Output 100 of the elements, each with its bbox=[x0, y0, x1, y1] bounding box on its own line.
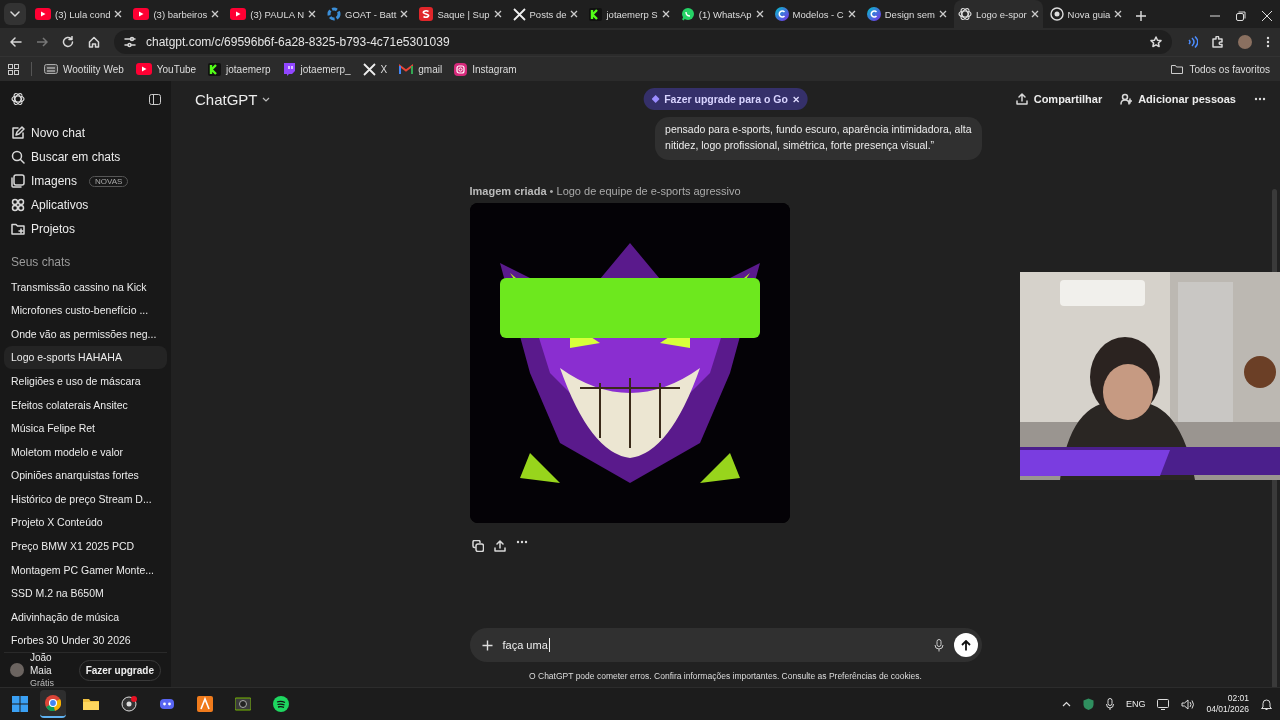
apps-grid-icon[interactable] bbox=[8, 63, 19, 75]
bookmark[interactable]: X bbox=[362, 62, 388, 76]
close-icon[interactable] bbox=[1262, 11, 1272, 21]
taskbar-app[interactable] bbox=[40, 690, 66, 718]
plus-icon[interactable] bbox=[481, 639, 493, 651]
chat-item[interactable]: Religiões e uso de máscara bbox=[4, 369, 167, 393]
speaker-icon[interactable] bbox=[1181, 698, 1195, 710]
all-bookmarks[interactable]: Todos os favoritos bbox=[1171, 63, 1270, 75]
browser-tab[interactable]: (3) barbeiros bbox=[129, 0, 224, 28]
close-icon[interactable] bbox=[755, 10, 764, 18]
more-icon[interactable] bbox=[515, 540, 528, 544]
browser-tab[interactable]: (3) PAULA N bbox=[226, 0, 320, 28]
bookmark[interactable]: YouTube bbox=[135, 63, 197, 75]
disclaimer-text: O ChatGPT pode cometer erros. Confira informações importantes. Consulte as Preferências de cookies. bbox=[528, 670, 923, 683]
chat-item[interactable]: Projeto X Conteúdo bbox=[4, 510, 167, 535]
bookmark[interactable]: Wootility Web bbox=[44, 63, 124, 75]
home-icon[interactable] bbox=[88, 36, 100, 48]
copy-icon[interactable] bbox=[471, 540, 484, 552]
chat-item[interactable]: Música Felipe Ret bbox=[4, 416, 167, 440]
close-icon[interactable] bbox=[570, 10, 579, 18]
browser-tab[interactable]: (3) Lula cond bbox=[31, 0, 127, 28]
chat-item[interactable]: Forbes 30 Under 30 2026 bbox=[4, 628, 167, 652]
microphone-icon[interactable] bbox=[933, 638, 944, 652]
more-icon[interactable] bbox=[1254, 97, 1266, 101]
new-tab-icon[interactable] bbox=[1136, 11, 1147, 21]
chat-item[interactable]: Montagem PC Gamer Monte... bbox=[4, 557, 167, 582]
knot-logo-icon[interactable] bbox=[11, 92, 25, 106]
site-settings-icon[interactable] bbox=[124, 36, 136, 48]
user-avatar[interactable] bbox=[10, 663, 24, 677]
upgrade-button[interactable]: Fazer upgrade bbox=[78, 659, 161, 681]
header-action[interactable]: Adicionar pessoas bbox=[1120, 93, 1236, 105]
chat-item[interactable]: Efeitos colaterais Ansitec bbox=[4, 392, 167, 417]
cookie-link[interactable]: Preferências de cookies bbox=[828, 671, 920, 681]
more-vertical-icon[interactable] bbox=[1266, 36, 1270, 48]
browser-tab[interactable]: jotaemerp S bbox=[585, 0, 674, 28]
nav-item[interactable]: Imagens NOVAS bbox=[4, 169, 167, 193]
profile-avatar[interactable] bbox=[1238, 35, 1252, 49]
header-action[interactable]: Compartilhar bbox=[1015, 93, 1103, 105]
language-indicator[interactable]: ENG bbox=[1125, 699, 1146, 709]
chat-item[interactable]: Moletom modelo e valor bbox=[4, 439, 167, 464]
close-icon[interactable] bbox=[114, 10, 123, 18]
close-icon[interactable] bbox=[661, 10, 670, 18]
close-icon[interactable] bbox=[308, 10, 316, 18]
browser-tab[interactable]: Nova guia bbox=[1045, 0, 1127, 28]
close-icon[interactable] bbox=[792, 95, 800, 103]
address-bar[interactable]: chatgpt.com/c/69596b6f-6a28-8325-b793-4c71e5301039 bbox=[114, 30, 1172, 54]
chat-item[interactable]: Adivinhação de música bbox=[4, 604, 167, 629]
browser-tab[interactable]: Posts de bbox=[508, 0, 583, 28]
bookmark[interactable]: jotaemerp bbox=[208, 62, 271, 76]
chevron-down-icon bbox=[261, 96, 270, 102]
share-icon[interactable] bbox=[493, 540, 506, 552]
shield-icon[interactable] bbox=[1082, 698, 1094, 710]
sidebar-toggle-icon[interactable] bbox=[149, 93, 161, 105]
chat-item[interactable]: Histórico de preço Stream D... bbox=[4, 487, 167, 511]
forward-icon[interactable] bbox=[36, 36, 48, 48]
close-icon[interactable] bbox=[493, 10, 502, 18]
browser-tab[interactable]: GOAT - Batt bbox=[323, 0, 413, 28]
tab-list-button[interactable] bbox=[4, 3, 26, 25]
browser-tab[interactable]: Design sem bbox=[862, 0, 951, 28]
play-logo-icon bbox=[230, 8, 247, 20]
message-field[interactable]: faça uma bbox=[469, 628, 982, 662]
signal-waves-icon[interactable] bbox=[1186, 36, 1198, 48]
browser-tab[interactable]: Saque | Sup bbox=[415, 0, 506, 28]
nav-item[interactable]: Aplicativos bbox=[4, 193, 167, 217]
bookmark-star-icon[interactable] bbox=[1150, 36, 1162, 48]
chat-item[interactable]: SSD M.2 na B650M bbox=[4, 581, 167, 605]
bookmark[interactable]: gmail bbox=[399, 63, 443, 75]
nav-item[interactable]: Novo chat bbox=[4, 121, 167, 145]
chat-item[interactable]: Preço BMW X1 2025 PCD bbox=[4, 534, 167, 558]
close-icon[interactable] bbox=[847, 10, 856, 18]
diamond-icon bbox=[651, 95, 660, 103]
display-icon[interactable] bbox=[1157, 698, 1170, 710]
nav-item[interactable]: Projetos bbox=[4, 217, 167, 241]
microphone-icon[interactable] bbox=[1105, 698, 1114, 710]
send-button[interactable] bbox=[953, 633, 978, 657]
nav-item[interactable]: Buscar em chats bbox=[4, 145, 167, 169]
chat-item[interactable]: Microfones custo-benefício ... bbox=[4, 298, 167, 323]
close-icon[interactable] bbox=[1114, 10, 1123, 18]
chevron-up-icon[interactable] bbox=[1061, 701, 1071, 707]
bookmark[interactable]: Instagram bbox=[454, 62, 517, 76]
chat-item[interactable]: Transmissão cassino na Kick bbox=[4, 275, 167, 299]
chat-item[interactable]: Onde vão as permissões neg... bbox=[4, 322, 167, 346]
close-icon[interactable] bbox=[400, 10, 409, 18]
close-icon[interactable] bbox=[211, 10, 220, 18]
close-icon[interactable] bbox=[938, 10, 947, 18]
browser-tab[interactable]: Logo e-spor bbox=[953, 0, 1043, 28]
bell-icon[interactable] bbox=[1261, 698, 1272, 710]
chat-item[interactable]: Opiniões anarquistas fortes bbox=[4, 463, 167, 488]
browser-tab[interactable]: (1) WhatsAp bbox=[676, 0, 768, 28]
browser-tab[interactable]: Modelos - C bbox=[770, 0, 860, 28]
restore-icon[interactable] bbox=[1236, 11, 1246, 21]
back-icon[interactable] bbox=[10, 36, 22, 48]
puzzle-icon[interactable] bbox=[1212, 36, 1224, 48]
start-icon[interactable] bbox=[12, 696, 28, 712]
bookmark[interactable]: jotaemerp_ bbox=[282, 62, 351, 76]
reload-icon[interactable] bbox=[62, 36, 74, 48]
close-icon[interactable] bbox=[1030, 10, 1039, 18]
model-selector[interactable]: ChatGPT bbox=[195, 90, 270, 108]
chat-item[interactable]: Logo e-sports HAHAHA bbox=[4, 345, 167, 370]
upgrade-banner[interactable]: Fazer upgrade para o Go bbox=[643, 88, 808, 110]
